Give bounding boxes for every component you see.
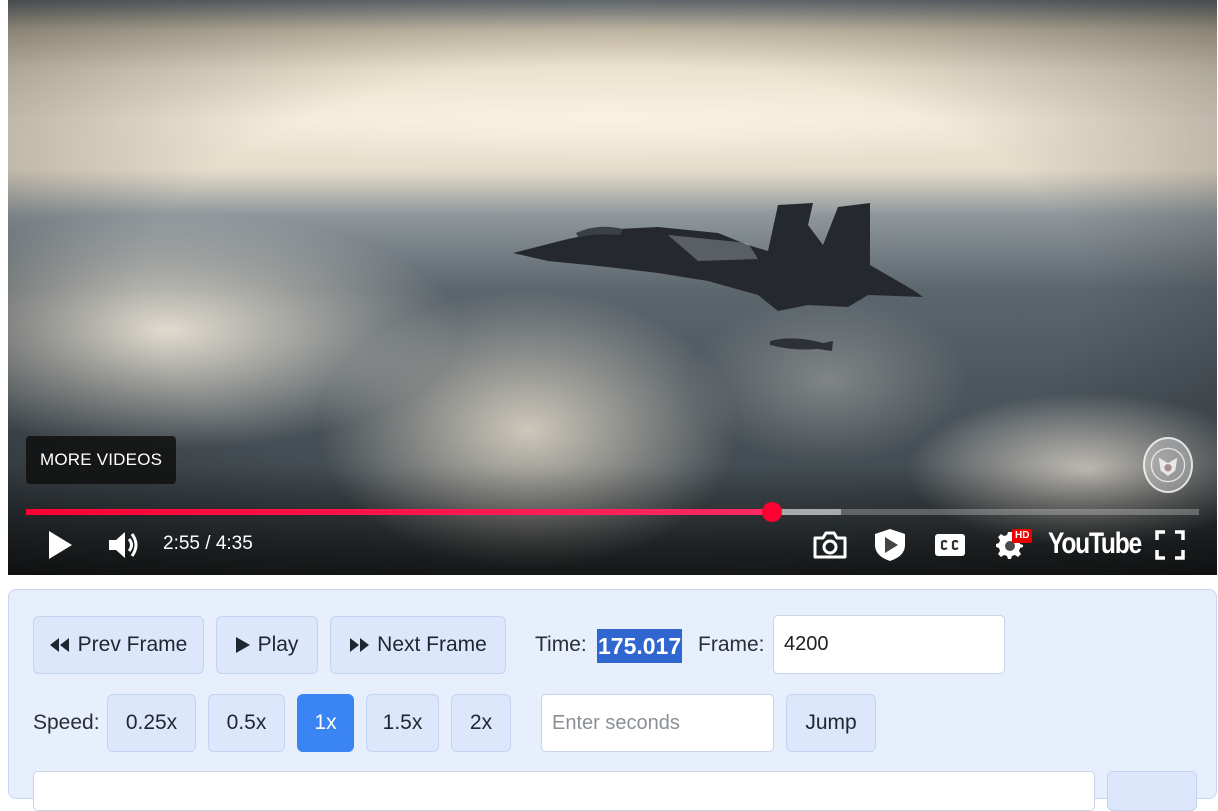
next-frame-label: Next Frame [377, 633, 487, 656]
speed-button-0.5x[interactable]: 0.5x [208, 694, 285, 752]
progress-scrubber[interactable] [762, 502, 783, 522]
extension-button[interactable] [870, 525, 910, 565]
play-button[interactable] [42, 525, 78, 565]
frame-control-panel: Prev Frame Play Next Frame Time: 175.017… [8, 589, 1217, 811]
play-icon [49, 531, 72, 559]
frame-input[interactable] [773, 615, 1005, 674]
camera-icon [813, 531, 847, 559]
next-frame-button[interactable]: Next Frame [330, 616, 506, 674]
rewind-icon [49, 638, 70, 652]
speed-button-2x[interactable]: 2x [451, 694, 511, 752]
jump-button[interactable]: Jump [786, 694, 876, 752]
play-label: Play [257, 633, 299, 656]
time-label: Time: [535, 633, 587, 656]
more-videos-button[interactable]: MORE VIDEOS [26, 436, 177, 484]
seek-seconds-input[interactable] [541, 694, 774, 752]
fullscreen-icon [1155, 530, 1185, 560]
frame-label: Frame: [698, 633, 765, 656]
speed-button-1x[interactable]: 1x [297, 694, 354, 752]
speed-button-1.5x[interactable]: 1.5x [366, 694, 439, 752]
play-toggle-button[interactable]: Play [216, 616, 318, 674]
speed-button-0.25x[interactable]: 0.25x [107, 694, 196, 752]
time-display: 2:55 / 4:35 [163, 533, 253, 554]
progress-played [26, 509, 773, 515]
channel-watermark[interactable] [1143, 437, 1193, 493]
hd-badge: HD [1012, 529, 1033, 543]
bottom-input[interactable] [33, 771, 1095, 811]
shield-play-icon [875, 529, 905, 561]
screenshot-button[interactable] [810, 525, 850, 565]
volume-button[interactable] [104, 525, 144, 565]
play-small-icon [235, 637, 250, 653]
prev-frame-button[interactable]: Prev Frame [33, 616, 204, 674]
captions-button[interactable] [930, 525, 970, 565]
video-player[interactable]: MORE VIDEOS 2:55 / 4:35 HD YouTube [8, 0, 1217, 575]
progress-bar[interactable] [26, 502, 1199, 522]
cc-icon [935, 534, 965, 556]
prev-frame-label: Prev Frame [77, 633, 188, 656]
youtube-logo[interactable]: YouTube [1048, 527, 1142, 561]
volume-icon [109, 532, 138, 558]
speed-label: Speed: [33, 711, 100, 734]
time-value: 175.017 [597, 629, 683, 663]
fast-forward-icon [349, 638, 370, 652]
controls-gradient [8, 465, 1217, 575]
bottom-button[interactable] [1107, 771, 1197, 811]
fullscreen-button[interactable] [1150, 525, 1190, 565]
